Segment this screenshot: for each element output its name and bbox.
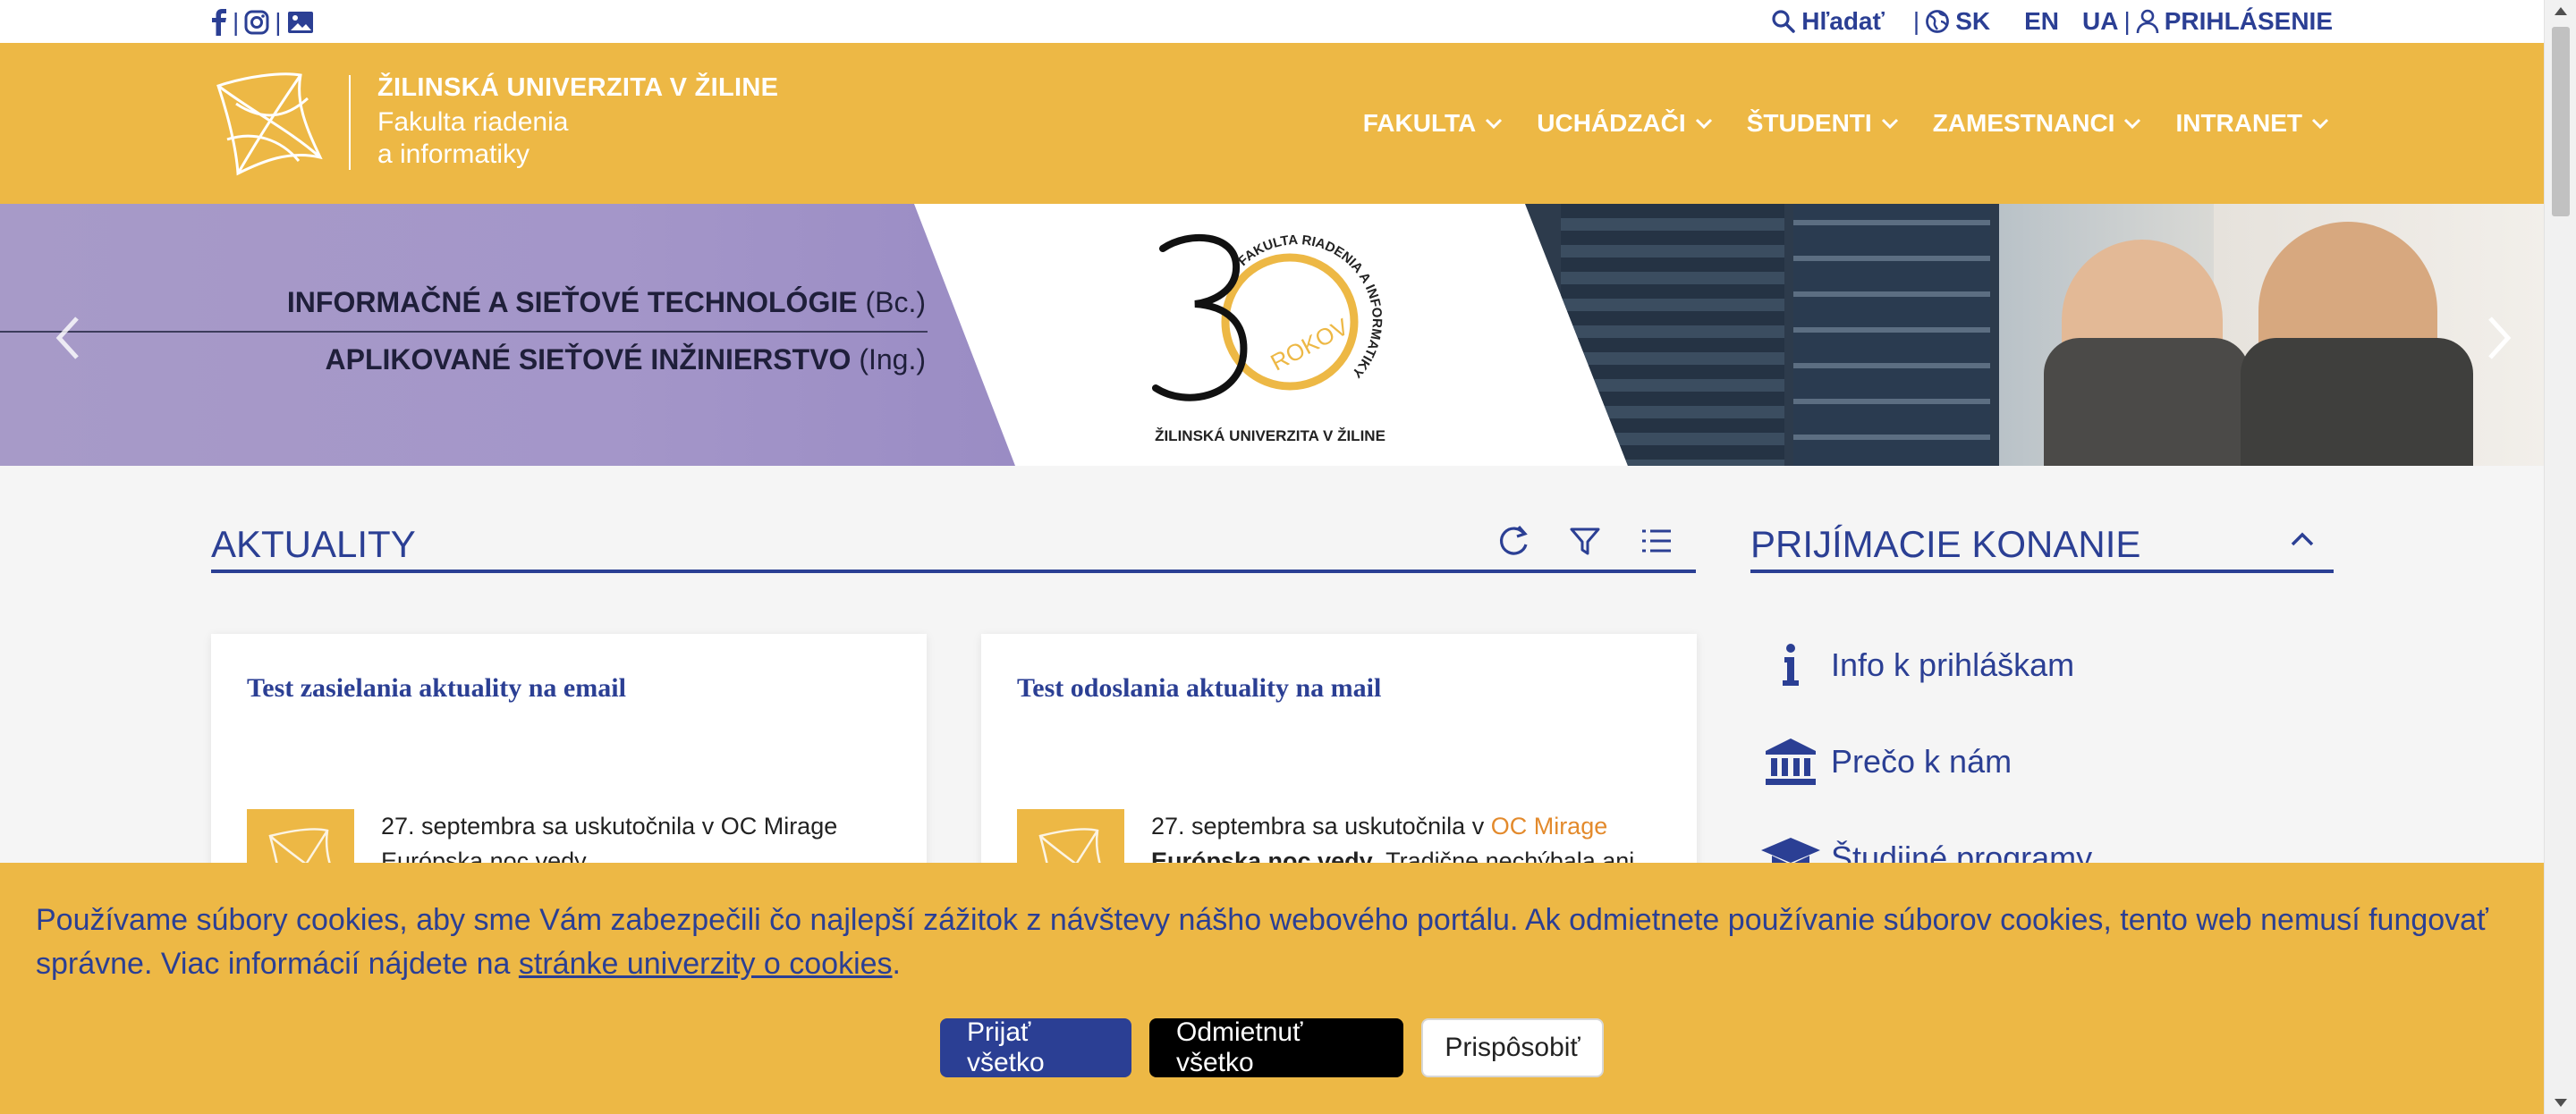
hero-programs-panel: INFORMAČNÉ A SIEŤOVÉ TECHNOLÓGIE (Bc.) A… <box>0 204 1015 466</box>
excerpt-link[interactable]: OC Mirage <box>1491 813 1608 840</box>
gallery-icon[interactable] <box>287 11 314 34</box>
scroll-down-icon[interactable] <box>2555 1099 2567 1107</box>
search-link[interactable]: Hľadať <box>1771 7 1885 36</box>
login-link[interactable]: PRIHLÁSENIE <box>2136 7 2333 36</box>
chevron-down-icon <box>1881 118 1898 130</box>
news-card-title[interactable]: Test odoslania aktuality na mail <box>1017 673 1381 704</box>
separator: | <box>233 8 240 36</box>
admissions-item-label: Info k prihláškam <box>1831 646 2075 683</box>
separator: | <box>1912 7 1920 35</box>
nav-label: ZAMESTNANCI <box>1932 109 2115 137</box>
institution-icon <box>1750 737 1831 787</box>
hero-photo <box>1525 204 2544 466</box>
instagram-icon[interactable] <box>244 10 269 35</box>
news-header: AKTUALITY <box>211 523 1696 573</box>
nav-label: FAKULTA <box>1362 109 1477 137</box>
admissions-item-label: Prečo k nám <box>1831 743 2012 780</box>
separator: | <box>2123 7 2131 35</box>
cookie-policy-link[interactable]: stránke univerzity o cookies <box>519 947 893 981</box>
hero-divider <box>0 331 928 333</box>
news-tools <box>1496 523 1674 559</box>
admissions-header[interactable]: PRIJÍMACIE KONANIE <box>1750 523 2334 573</box>
carousel-next-icon[interactable] <box>2476 311 2521 365</box>
brand-divider <box>349 75 351 170</box>
lang-en[interactable]: EN <box>2024 7 2059 36</box>
nav-label: UCHÁDZAČI <box>1537 109 1686 137</box>
admissions-item-info[interactable]: Info k prihláškam <box>1750 634 2074 696</box>
search-icon <box>1772 10 1795 33</box>
lang-ua[interactable]: UA <box>2082 7 2118 36</box>
chevron-down-icon <box>2311 118 2329 130</box>
nav-uchadzaci[interactable]: UCHÁDZAČI <box>1537 109 1712 138</box>
facebook-icon[interactable] <box>211 9 227 36</box>
globe-icon <box>1926 10 1950 33</box>
reject-all-button[interactable]: Odmietnuť všetko <box>1149 1017 1403 1077</box>
login-label: PRIHLÁSENIE <box>2164 7 2333 35</box>
carousel-prev-icon[interactable] <box>47 311 91 365</box>
nav-intranet[interactable]: INTRANET <box>2175 109 2329 138</box>
hero-program-2: APLIKOVANÉ SIEŤOVÉ INŽINIERSTVO (Ing.) <box>325 343 927 376</box>
chevron-up-icon[interactable] <box>2289 530 2316 548</box>
social-links: | | <box>211 8 314 36</box>
accept-all-button[interactable]: Prijať všetko <box>940 1017 1131 1077</box>
faculty-name-line2: a informatiky <box>377 139 530 169</box>
university-name: ŽILINSKÁ UNIVERZITA V ŽILINE <box>377 73 779 102</box>
refresh-icon[interactable] <box>1496 523 1531 559</box>
news-card-title[interactable]: Test zasielania aktuality na email <box>247 673 626 704</box>
brand-text[interactable]: ŽILINSKÁ UNIVERZITA V ŽILINE Fakulta ria… <box>377 73 778 171</box>
admissions-item-why-us[interactable]: Prečo k nám <box>1750 730 2012 793</box>
nav-zamestnanci[interactable]: ZAMESTNANCI <box>1933 109 2142 138</box>
customize-button[interactable]: Prispôsobiť <box>1421 1018 1604 1077</box>
anniversary-badge: FAKULTA RIADENIA A INFORMATIKY ROKOV ŽIL… <box>1136 222 1404 444</box>
university-logo[interactable] <box>209 68 326 179</box>
nav-label: ŠTUDENTI <box>1746 109 1872 137</box>
nav-label: INTRANET <box>2175 109 2302 137</box>
nav-fakulta[interactable]: FAKULTA <box>1363 109 1504 138</box>
cookie-banner: Používame súbory cookies, aby sme Vám za… <box>0 863 2544 1114</box>
news-title: AKTUALITY <box>211 523 416 565</box>
top-utility-bar: | | Hľadať | SK EN UA | PRIHLÁSENIE <box>0 0 2544 43</box>
chevron-down-icon <box>2124 118 2141 130</box>
nav-studenti[interactable]: ŠTUDENTI <box>1747 109 1899 138</box>
main-navigation: FAKULTA UCHÁDZAČI ŠTUDENTI ZAMESTNANCI I… <box>1363 43 2329 204</box>
info-icon <box>1750 643 1831 688</box>
scrollbar-thumb[interactable] <box>2552 27 2570 216</box>
page-scrollbar[interactable] <box>2544 0 2576 1114</box>
hero-program-1: INFORMAČNÉ A SIEŤOVÉ TECHNOLÓGIE (Bc.) <box>286 286 926 318</box>
site-header: ŽILINSKÁ UNIVERZITA V ŽILINE Fakulta ria… <box>0 43 2544 204</box>
lang-sk[interactable]: SK <box>1925 7 1990 36</box>
separator: | <box>275 8 282 36</box>
faculty-name-line1: Fakulta riadenia <box>377 107 569 137</box>
chevron-down-icon <box>1486 118 1503 130</box>
badge-caption: ŽILINSKÁ UNIVERZITA V ŽILINE <box>1155 427 1385 444</box>
user-icon <box>2136 9 2159 34</box>
list-icon[interactable] <box>1639 523 1674 559</box>
hero-carousel[interactable]: INFORMAČNÉ A SIEŤOVÉ TECHNOLÓGIE (Bc.) A… <box>0 204 2544 466</box>
cookie-actions: Prijať všetko Odmietnuť všetko Prispôsob… <box>0 1017 2544 1077</box>
cookie-message: Používame súbory cookies, aby sme Vám za… <box>36 903 2488 981</box>
scroll-up-icon[interactable] <box>2555 7 2567 15</box>
admissions-title: PRIJÍMACIE KONANIE <box>1750 523 2141 565</box>
filter-icon[interactable] <box>1567 523 1603 559</box>
chevron-down-icon <box>1695 118 1712 130</box>
utility-links: Hľadať | SK EN UA | PRIHLÁSENIE <box>1771 5 2333 38</box>
lang-sk-label: SK <box>1955 7 1991 35</box>
search-label: Hľadať <box>1801 7 1885 35</box>
